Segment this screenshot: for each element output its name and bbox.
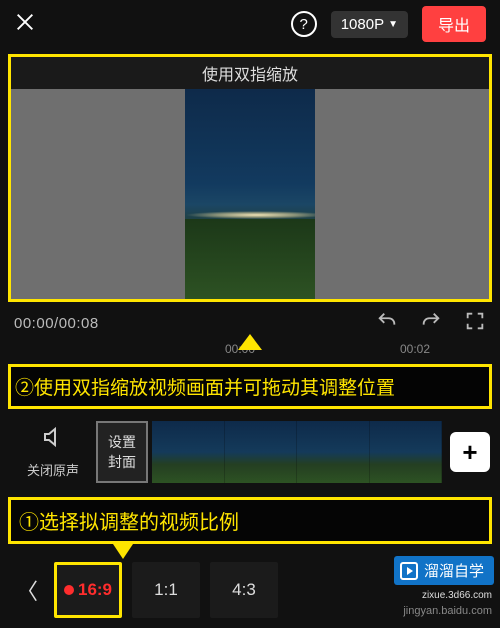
ratio-label: 16:9 <box>78 580 112 600</box>
watermark-play-icon <box>400 562 418 580</box>
clip-thumb[interactable] <box>370 421 443 483</box>
undo-button[interactable] <box>376 310 398 336</box>
cover-label-2: 封面 <box>108 452 136 472</box>
redo-button[interactable] <box>420 310 442 336</box>
resolution-label: 1080P <box>341 16 384 33</box>
resolution-dropdown[interactable]: 1080P ▼ <box>331 11 408 38</box>
time-display: 00:00/00:08 <box>14 315 99 332</box>
watermark-domain: zixue.3d66.com <box>422 590 492 601</box>
chevron-down-icon: ▼ <box>388 19 398 30</box>
ratio-4-3-button[interactable]: 4:3 <box>210 562 278 618</box>
watermark-source: jingyan.baidu.com <box>403 605 492 617</box>
mute-label: 关闭原声 <box>10 460 96 479</box>
timeline-ruler[interactable]: 00:00 00:02 <box>0 342 500 360</box>
speaker-icon <box>10 425 96 454</box>
back-button[interactable]: 〈 <box>10 574 44 606</box>
add-clip-button[interactable]: + <box>450 432 490 472</box>
annotation-step-2: ②使用双指缩放视频画面并可拖动其调整位置 <box>8 364 492 409</box>
annotation-step-1: ①选择拟调整的视频比例 <box>8 497 492 544</box>
pinch-hint: 使用双指缩放 <box>11 57 489 89</box>
watermark-brand: 溜溜自学 <box>424 560 484 581</box>
clip-thumb[interactable] <box>152 421 225 483</box>
preview-stage[interactable] <box>11 89 489 299</box>
record-dot-icon <box>64 585 74 595</box>
ratio-1-1-button[interactable]: 1:1 <box>132 562 200 618</box>
annotation-arrow-down-icon <box>111 541 135 559</box>
annotation-step-1-text: ①选择拟调整的视频比例 <box>19 512 239 534</box>
ruler-tick: 00:02 <box>400 342 430 356</box>
clip-thumb[interactable] <box>225 421 298 483</box>
video-frame[interactable] <box>185 89 315 299</box>
cover-label-1: 设置 <box>108 432 136 452</box>
close-icon[interactable] <box>14 11 36 38</box>
top-bar: ? 1080P ▼ 导出 <box>0 0 500 48</box>
clip-strip[interactable] <box>152 421 442 483</box>
preview-area[interactable]: 使用双指缩放 <box>8 54 492 302</box>
ratio-16-9-button[interactable]: 16:9 <box>54 562 122 618</box>
watermark-badge: 溜溜自学 <box>394 556 494 585</box>
help-icon[interactable]: ? <box>291 11 317 37</box>
export-button[interactable]: 导出 <box>422 6 486 42</box>
mute-audio-button[interactable]: 关闭原声 <box>10 425 96 479</box>
annotation-arrow-up-icon <box>238 334 262 350</box>
fullscreen-button[interactable] <box>464 310 486 336</box>
clip-row: 关闭原声 设置 封面 + <box>0 413 500 491</box>
clip-thumb[interactable] <box>297 421 370 483</box>
set-cover-button[interactable]: 设置 封面 <box>96 421 148 483</box>
